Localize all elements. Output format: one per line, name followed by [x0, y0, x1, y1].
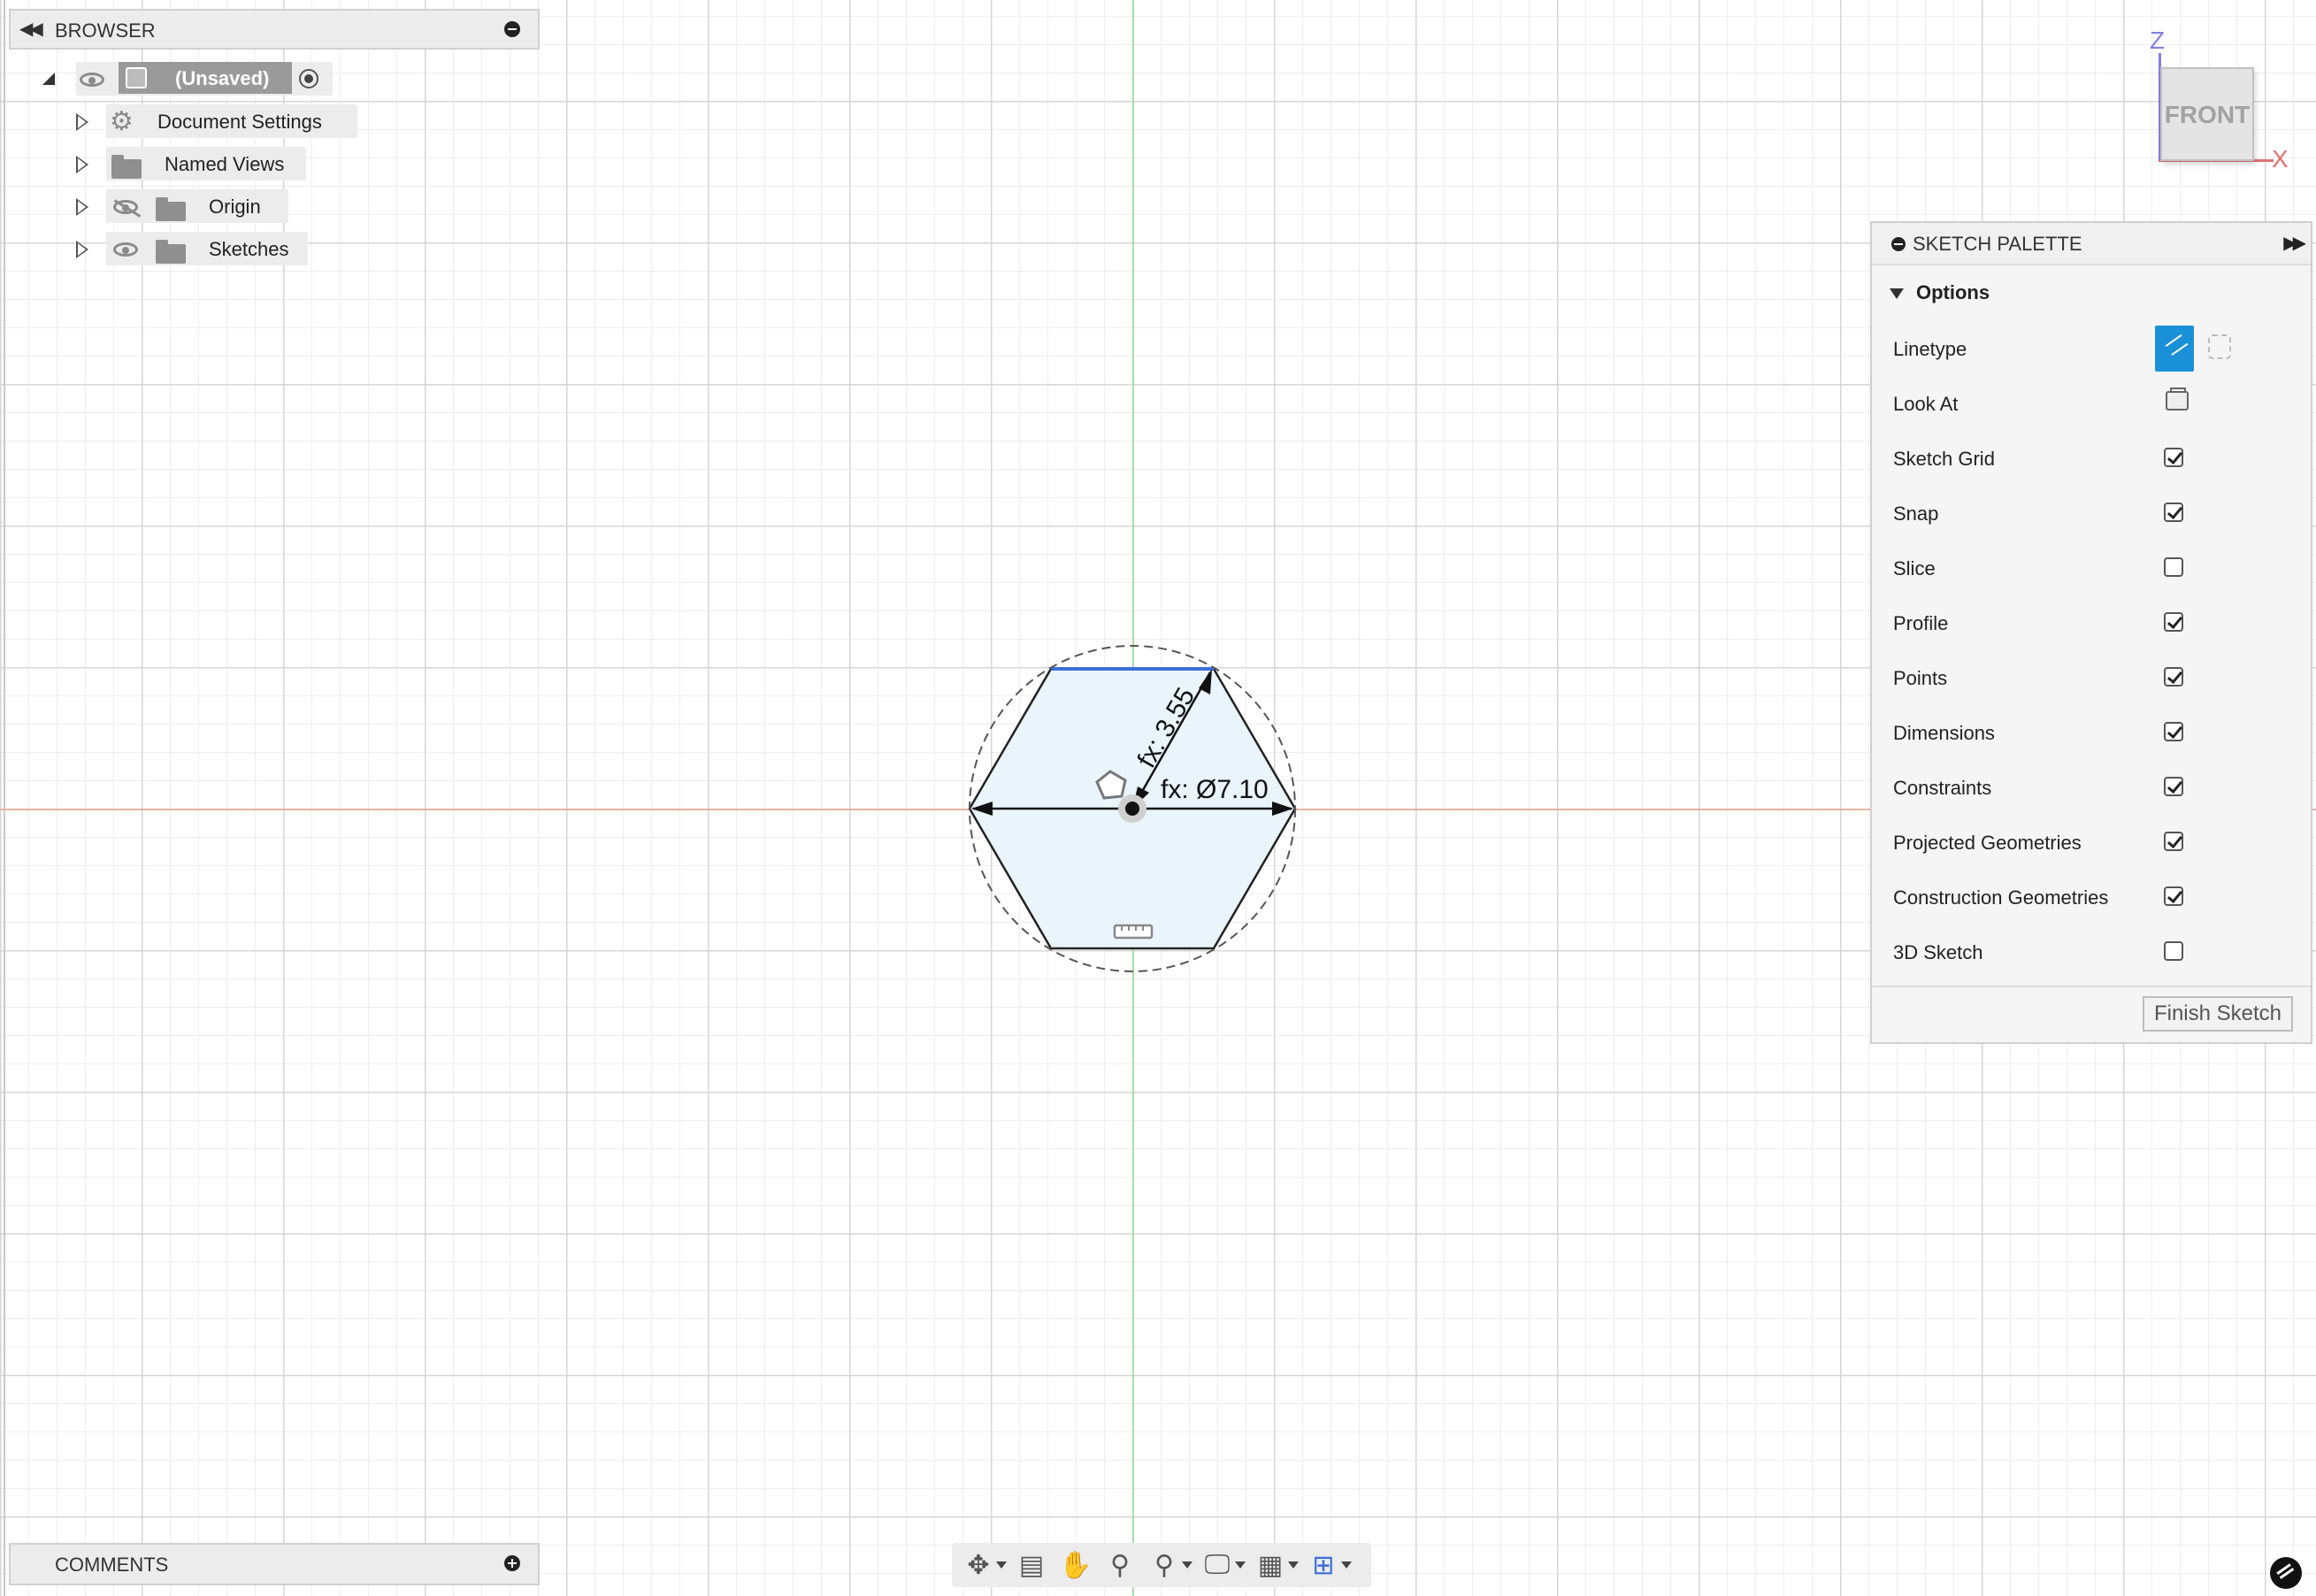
centerline-linetype-button[interactable] — [2208, 334, 2231, 359]
folder-icon — [156, 240, 186, 264]
construction-geometries-checkbox[interactable] — [2164, 886, 2183, 906]
orbit-icon[interactable]: ✥ — [959, 1547, 998, 1583]
expand-origin-icon[interactable] — [76, 198, 88, 216]
collapse-panel-icon[interactable]: ◀◀ — [19, 18, 43, 40]
view-cube[interactable]: FRONT — [2160, 67, 2254, 161]
option-label: Slice — [1893, 557, 1936, 579]
option-projected-geometries: Projected Geometries — [1872, 825, 2311, 860]
option-label: Construction Geometries — [1893, 886, 2109, 909]
sketch-grid-checkbox[interactable] — [2164, 448, 2183, 467]
browser-title: BROWSER — [55, 19, 156, 42]
center-point[interactable] — [1125, 802, 1139, 816]
zoom-window-group[interactable]: ⚲ — [1145, 1547, 1193, 1583]
finish-sketch-button[interactable]: Finish Sketch — [2143, 996, 2293, 1032]
option-snap: Snap — [1872, 495, 2311, 531]
expand-named-views-icon[interactable] — [76, 156, 88, 173]
zoom-window-icon[interactable]: ⚲ — [1145, 1547, 1184, 1583]
option-profile: Profile — [1872, 605, 2311, 641]
palette-minimize-icon[interactable] — [1891, 237, 1906, 251]
navigation-toolbar: ✥ ▤ ✋ ⚲ ⚲ 🖵 ▦ ⊞ — [952, 1543, 1371, 1587]
comments-title: COMMENTS — [55, 1554, 169, 1576]
options-section-label: Options — [1916, 281, 1990, 303]
grid-settings-group[interactable]: ▦ — [1251, 1547, 1299, 1583]
option-slice: Slice — [1872, 550, 2311, 586]
option-points: Points — [1872, 660, 2311, 695]
activate-radio-icon[interactable] — [299, 69, 318, 88]
options-section-header[interactable]: Options — [1890, 281, 1990, 304]
option-constraints: Constraints — [1872, 770, 2311, 805]
profile-checkbox[interactable] — [2164, 612, 2183, 632]
root-item-label: (Unsaved) — [175, 67, 270, 89]
display-settings-icon[interactable]: 🖵 — [1198, 1547, 1237, 1583]
visibility-eye-icon[interactable] — [113, 242, 138, 257]
viewports-icon[interactable]: ⊞ — [1304, 1547, 1343, 1583]
sketch-palette-header[interactable]: SKETCH PALETTE ▶▶ — [1872, 223, 2311, 265]
option-label: Dimensions — [1893, 722, 1995, 744]
option-3d-sketch: 3D Sketch — [1872, 934, 2311, 970]
collapse-options-icon[interactable] — [1890, 288, 1904, 300]
option-label: 3D Sketch — [1893, 941, 1983, 963]
pan-icon[interactable]: ✋ — [1056, 1547, 1095, 1583]
option-dimensions: Dimensions — [1872, 715, 2311, 750]
named-views-label: Named Views — [165, 153, 285, 175]
option-construction-geometries: Construction Geometries — [1872, 879, 2311, 915]
expand-root-icon[interactable] — [42, 73, 55, 85]
zoom-icon[interactable]: ⚲ — [1100, 1547, 1139, 1583]
construction-linetype-button[interactable] — [2155, 326, 2194, 372]
option-look-at: Look At — [1872, 386, 2311, 421]
sketch-palette-title: SKETCH PALETTE — [1913, 233, 2082, 255]
slice-checkbox[interactable] — [2164, 557, 2183, 577]
horizontal-constraint-icon[interactable] — [1113, 924, 1154, 940]
browser-panel-header[interactable]: ◀◀ BROWSER — [9, 9, 540, 50]
palette-divider — [1872, 986, 2311, 987]
option-linetype: Linetype — [1872, 326, 2311, 372]
add-comment-icon[interactable] — [504, 1555, 520, 1571]
option-label: Sketch Grid — [1893, 448, 1995, 470]
grid-settings-icon[interactable]: ▦ — [1251, 1547, 1290, 1583]
option-label: Constraints — [1893, 777, 1992, 799]
orbit-group[interactable]: ✥ — [959, 1547, 1007, 1583]
sketches-label: Sketches — [209, 238, 289, 260]
gear-icon: ⚙ — [110, 107, 134, 136]
projected-geometries-checkbox[interactable] — [2164, 832, 2183, 851]
visibility-hidden-icon[interactable] — [113, 200, 138, 214]
option-sketch-grid: Sketch Grid — [1872, 441, 2311, 476]
snap-checkbox[interactable] — [2164, 503, 2183, 522]
option-label: Points — [1893, 667, 1948, 689]
look-at-icon[interactable]: ▤ — [1012, 1547, 1051, 1583]
view-cube-face-label: FRONT — [2164, 101, 2251, 128]
expand-document-settings-icon[interactable] — [76, 113, 88, 131]
app-logo-icon[interactable] — [2270, 1557, 2302, 1589]
dimensions-checkbox[interactable] — [2164, 722, 2183, 741]
viewports-group[interactable]: ⊞ — [1304, 1547, 1352, 1583]
option-label: Linetype — [1893, 338, 1967, 360]
diameter-dimension-label[interactable]: fx: Ø7.10 — [1161, 775, 1269, 804]
cube-x-label: X — [2272, 145, 2289, 173]
document-settings-label: Document Settings — [157, 111, 322, 133]
option-label: Profile — [1893, 612, 1949, 634]
option-label: Snap — [1893, 503, 1939, 525]
origin-label: Origin — [209, 196, 261, 218]
comments-panel[interactable]: COMMENTS — [9, 1543, 540, 1585]
cube-z-label: Z — [2150, 27, 2166, 54]
visibility-eye-icon[interactable] — [80, 73, 104, 87]
display-settings-group[interactable]: 🖵 — [1198, 1547, 1246, 1583]
points-checkbox[interactable] — [2164, 667, 2183, 687]
3d-sketch-checkbox[interactable] — [2164, 941, 2183, 961]
folder-icon — [156, 197, 186, 221]
sketch-palette: SKETCH PALETTE ▶▶ Options Linetype Look … — [1870, 221, 2312, 1044]
folder-icon — [111, 155, 142, 179]
option-label: Look At — [1893, 393, 1959, 415]
palette-expand-icon[interactable]: ▶▶ — [2283, 232, 2306, 254]
look-at-icon[interactable] — [2166, 387, 2189, 411]
expand-sketches-icon[interactable] — [76, 241, 88, 258]
browser-minimize-icon[interactable] — [504, 21, 520, 37]
component-icon — [126, 67, 147, 88]
constraints-checkbox[interactable] — [2164, 777, 2183, 796]
option-label: Projected Geometries — [1893, 832, 2082, 854]
